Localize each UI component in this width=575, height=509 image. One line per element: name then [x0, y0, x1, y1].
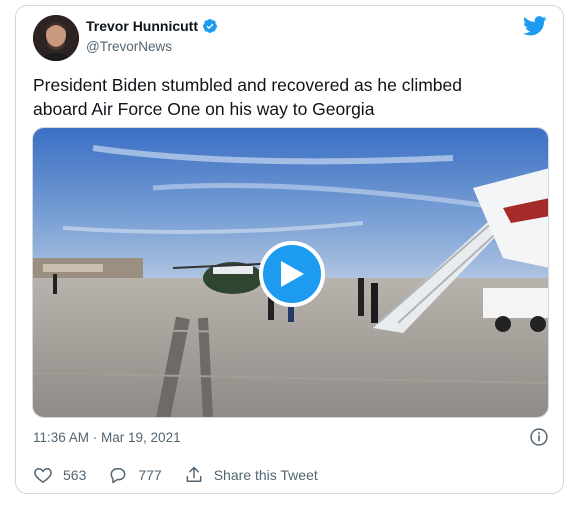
share-label: Share this Tweet — [213, 467, 318, 483]
share-icon — [186, 466, 202, 482]
tweet-timestamp[interactable]: 11:36 AM · Mar 19, 2021 — [33, 430, 181, 445]
reply-bubble-icon — [110, 468, 126, 484]
author-handle[interactable]: @TrevorNews — [86, 39, 172, 54]
info-icon[interactable] — [529, 427, 549, 447]
tweet-card[interactable]: Trevor Hunnicutt @TrevorNews President B… — [15, 5, 564, 494]
video-player[interactable] — [32, 127, 549, 418]
tweet-text: President Biden stumbled and recovered a… — [33, 75, 462, 119]
heart-icon — [34, 467, 52, 483]
share-button[interactable]: Share this Tweet — [184, 465, 318, 485]
like-button[interactable]: 563 — [33, 465, 86, 485]
reply-button[interactable]: 777 — [108, 465, 162, 485]
play-icon — [281, 261, 304, 287]
avatar[interactable] — [33, 15, 79, 61]
verified-badge-icon — [203, 19, 218, 33]
like-count: 563 — [63, 467, 87, 483]
twitter-bird-icon[interactable] — [523, 16, 547, 36]
play-button[interactable] — [259, 241, 325, 307]
reply-count: 777 — [138, 467, 162, 483]
action-bar: 563 777 Share this Tweet — [33, 465, 340, 485]
author-name[interactable]: Trevor Hunnicutt — [86, 18, 198, 34]
